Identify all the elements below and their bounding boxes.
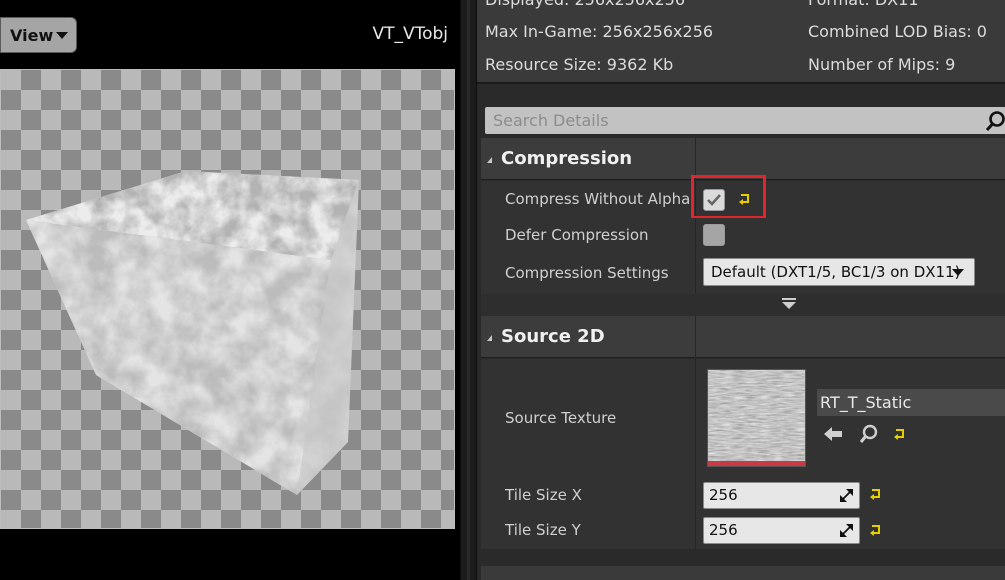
- chevron-down-icon: [56, 31, 69, 39]
- texture-info-bar: Displayed: 256x256x256 Format: DX11 Max …: [477, 0, 1005, 84]
- section-header-compression[interactable]: Compression: [481, 138, 1005, 180]
- property-label: Source Texture: [505, 409, 617, 427]
- pane-splitter[interactable]: [460, 0, 476, 580]
- use-selected-arrow-icon[interactable]: [822, 423, 844, 445]
- texture-viewport[interactable]: View VT_VTobj: [0, 0, 460, 580]
- chevron-down-icon: [952, 269, 964, 276]
- asset-type-bar: [708, 461, 805, 466]
- reset-to-default-icon[interactable]: [738, 193, 752, 205]
- property-label: Compress Without Alpha: [505, 190, 691, 208]
- expand-triangle-icon: [487, 335, 492, 341]
- compress-without-alpha-checkbox[interactable]: [703, 189, 725, 211]
- property-label: Tile Size X: [505, 486, 582, 504]
- field-value: 256: [709, 486, 738, 504]
- expand-advanced-icon: [782, 298, 796, 309]
- drag-handle-icon[interactable]: [840, 524, 853, 537]
- search-icon[interactable]: [986, 110, 1005, 132]
- next-section-header[interactable]: [481, 566, 1005, 580]
- reset-to-default-icon[interactable]: [869, 524, 883, 536]
- reset-to-default-icon[interactable]: [869, 488, 883, 500]
- property-label: Compression Settings: [505, 264, 669, 282]
- displayed-size: Displayed: 256x256x256: [485, 0, 685, 9]
- volume-preview[interactable]: [0, 69, 455, 529]
- property-label: Defer Compression: [505, 226, 649, 244]
- texture-format: Format: DX11: [808, 0, 919, 9]
- asset-name-label: VT_VTobj: [372, 24, 448, 44]
- property-label: Tile Size Y: [505, 521, 581, 539]
- resource-size: Resource Size: 9362 Kb: [485, 55, 674, 74]
- max-ingame-size: Max In-Game: 256x256x256: [485, 22, 714, 41]
- search-input[interactable]: [485, 107, 985, 134]
- property-row-defer-compression: Defer Compression: [481, 218, 1005, 254]
- section-title: Source 2D: [501, 326, 605, 347]
- view-button-label: View: [10, 25, 54, 45]
- cube-preview-image: [26, 171, 359, 495]
- search-box[interactable]: [485, 107, 1005, 134]
- view-menu-button[interactable]: View: [0, 17, 77, 53]
- editor-window: View VT_VTobj Max In-Game: 256x256x256 C…: [0, 0, 1005, 580]
- reset-to-default-icon[interactable]: [893, 428, 907, 440]
- section-header-source-2d[interactable]: Source 2D: [481, 316, 1005, 358]
- field-value: 256: [709, 521, 738, 539]
- compression-settings-dropdown[interactable]: Default (DXT1/5, BC1/3 on DX11): [703, 258, 975, 286]
- texture-thumbnail[interactable]: [707, 369, 806, 467]
- checkmark-icon: [707, 194, 721, 206]
- advanced-toggle[interactable]: [481, 294, 1005, 316]
- dropdown-value: Default (DXT1/5, BC1/3 on DX11): [711, 263, 961, 281]
- number-of-mips: Number of Mips: 9: [808, 55, 956, 74]
- expand-triangle-icon: [487, 157, 492, 163]
- texture-thumbnail-image: [708, 370, 805, 463]
- drag-handle-icon[interactable]: [840, 489, 853, 502]
- section-title: Compression: [501, 148, 633, 169]
- defer-compression-checkbox[interactable]: [703, 224, 725, 246]
- browse-magnifier-icon[interactable]: [858, 423, 880, 445]
- source-texture-name[interactable]: RT_T_Static: [817, 389, 1005, 416]
- tile-size-x-field[interactable]: 256: [703, 482, 860, 509]
- combined-lod-bias: Combined LOD Bias: 0: [808, 22, 987, 41]
- tile-size-y-field[interactable]: 256: [703, 517, 860, 544]
